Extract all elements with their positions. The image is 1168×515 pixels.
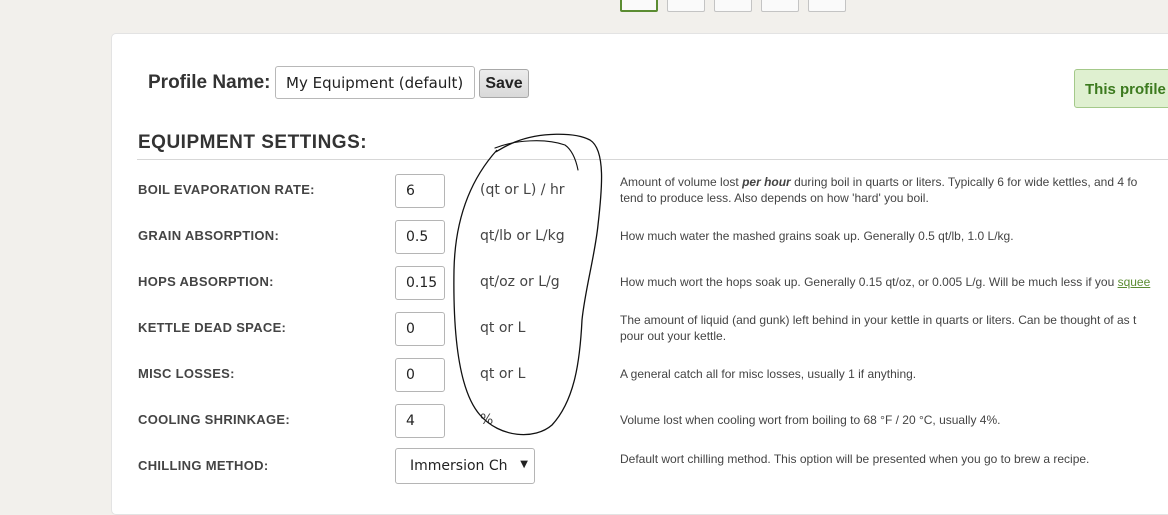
boil-evaporation-description: Amount of volume lost per hour during bo…: [620, 175, 1138, 205]
hops-absorption-unit: qt/oz or L/g: [480, 274, 560, 290]
misc-losses-unit: qt or L: [480, 366, 526, 382]
boil-evaporation-unit: (qt or L) / hr: [480, 182, 565, 198]
misc-losses-input[interactable]: [395, 358, 445, 392]
grain-absorption-description: How much water the mashed grains soak up…: [620, 229, 1014, 243]
chilling-method-selected: Immersion Chiller: [410, 458, 508, 474]
pagination: [620, 0, 846, 12]
profile-status-note: This profile: [1074, 69, 1168, 108]
kettle-dead-space-input[interactable]: [395, 312, 445, 346]
section-title: EQUIPMENT SETTINGS:: [138, 132, 368, 153]
boil-evaporation-label: BOIL EVAPORATION RATE:: [138, 182, 315, 197]
squeeze-link[interactable]: squee: [1118, 275, 1151, 289]
page-button-2[interactable]: [667, 0, 705, 12]
hops-absorption-input[interactable]: [395, 266, 445, 300]
cooling-shrinkage-unit: %: [480, 412, 494, 428]
profile-name-input[interactable]: [275, 66, 475, 99]
page-button-5[interactable]: [808, 0, 846, 12]
page-button-3[interactable]: [714, 0, 752, 12]
chilling-method-label: CHILLING METHOD:: [138, 458, 269, 473]
grain-absorption-unit: qt/lb or L/kg: [480, 228, 565, 244]
kettle-dead-space-label: KETTLE DEAD SPACE:: [138, 320, 287, 335]
page-button-4[interactable]: [761, 0, 799, 12]
chilling-method-description: Default wort chilling method. This optio…: [620, 452, 1090, 466]
cooling-shrinkage-description: Volume lost when cooling wort from boili…: [620, 413, 1001, 427]
boil-evaporation-input[interactable]: [395, 174, 445, 208]
misc-losses-description: A general catch all for misc losses, usu…: [620, 367, 917, 381]
kettle-dead-space-unit: qt or L: [480, 320, 526, 336]
grain-absorption-input[interactable]: [395, 220, 445, 254]
profile-name-label: Profile Name:: [148, 72, 271, 93]
cooling-shrinkage-input[interactable]: [395, 404, 445, 438]
hops-absorption-description: How much wort the hops soak up. Generall…: [620, 275, 1151, 289]
dropdown-arrow-icon: ▼: [520, 459, 528, 470]
hops-absorption-label: HOPS ABSORPTION:: [138, 274, 274, 289]
misc-losses-label: MISC LOSSES:: [138, 366, 235, 381]
chilling-method-select[interactable]: Immersion Chiller ▼: [395, 448, 535, 484]
cooling-shrinkage-label: COOLING SHRINKAGE:: [138, 412, 291, 427]
page-button-1[interactable]: [620, 0, 658, 12]
grain-absorption-label: GRAIN ABSORPTION:: [138, 228, 280, 243]
section-divider: [137, 159, 1168, 160]
kettle-dead-space-description: The amount of liquid (and gunk) left beh…: [620, 313, 1137, 343]
save-button[interactable]: Save: [479, 69, 529, 98]
